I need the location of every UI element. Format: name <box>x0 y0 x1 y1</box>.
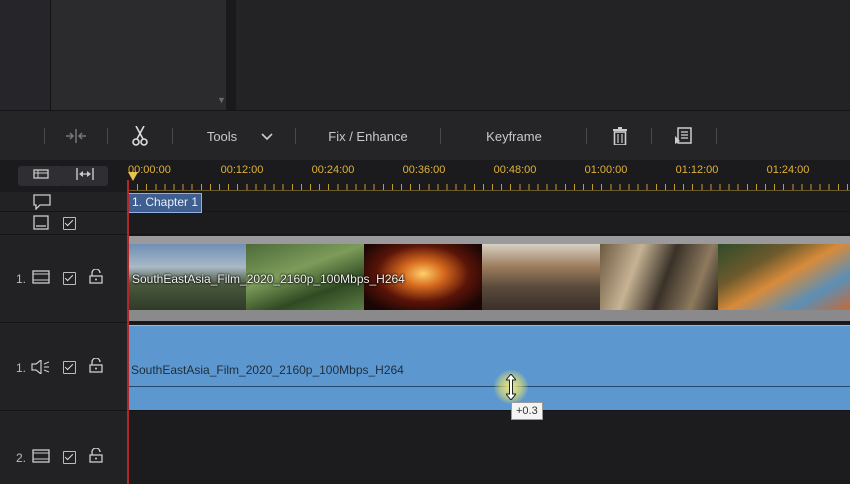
fit-to-window-icon <box>75 167 95 185</box>
toolbar-separator <box>716 128 717 144</box>
clip-thumbnail <box>718 244 850 310</box>
ruler-tick-label: 00:48:00 <box>493 164 537 176</box>
subtitle-icon[interactable] <box>668 111 700 161</box>
scissors-icon[interactable] <box>124 111 156 161</box>
toolbar-separator <box>651 128 652 144</box>
track-header-column <box>0 192 127 484</box>
keyframe-label: Keyframe <box>486 128 542 144</box>
video-track-icon <box>32 270 50 289</box>
panel-scrollbar[interactable] <box>226 0 236 110</box>
toolbar-separator <box>44 128 45 144</box>
clip-thumbnail <box>482 244 600 310</box>
fix-enhance-label: Fix / Enhance <box>328 128 408 144</box>
volume-line[interactable] <box>128 386 850 387</box>
toolbar-separator <box>172 128 173 144</box>
ruler-tick-label: 00:36:00 <box>402 164 446 176</box>
audio-clip-label: SouthEastAsia_Film_2020_2160p_100Mbps_H2… <box>131 363 404 377</box>
fit-timeline-button[interactable] <box>62 166 108 186</box>
playhead[interactable] <box>127 180 129 484</box>
clip-bottom-bar <box>128 310 850 321</box>
video-track-checkbox[interactable] <box>63 272 76 285</box>
track-view-icon <box>33 167 49 185</box>
subtitle-track-icon[interactable] <box>33 215 49 235</box>
fix-enhance-button[interactable]: Fix / Enhance <box>318 111 418 161</box>
video-clip[interactable]: SouthEastAsia_Film_2020_2160p_100Mbps_H2… <box>128 236 850 321</box>
preview-panel <box>51 0 226 110</box>
speaker-icon <box>31 358 51 379</box>
subtitle-track-checkbox[interactable] <box>63 217 76 230</box>
timeline-toolbar: Tools Fix / Enhance Keyframe <box>0 110 850 161</box>
video-track-icon <box>32 449 50 468</box>
player-panel <box>236 0 850 110</box>
chevron-down-icon <box>261 129 273 144</box>
audio-track-checkbox[interactable] <box>63 361 76 374</box>
timeline-ruler[interactable]: 00:00:00 00:12:00 00:24:00 00:36:00 00:4… <box>128 160 850 192</box>
unlock-icon[interactable] <box>89 447 103 468</box>
ruler-tick-label: 01:12:00 <box>675 164 719 176</box>
unlock-icon[interactable] <box>89 357 103 378</box>
toolbar-separator <box>107 128 108 144</box>
ruler-tick-label: 01:24:00 <box>766 164 810 176</box>
resize-vertical-cursor-icon <box>504 373 518 405</box>
video-clip-label: SouthEastAsia_Film_2020_2160p_100Mbps_H2… <box>132 272 405 286</box>
ruler-tick-label: 00:24:00 <box>311 164 355 176</box>
audio-clip[interactable]: SouthEastAsia_Film_2020_2160p_100Mbps_H2… <box>128 325 850 410</box>
clip-thumbnail <box>600 244 718 310</box>
split-icon[interactable] <box>60 111 92 161</box>
video-track-number: 2. <box>16 451 27 465</box>
video-track-number: 1. <box>16 272 27 286</box>
unlock-icon[interactable] <box>89 268 103 289</box>
volume-tooltip: +0.3 <box>511 402 543 420</box>
audio-track-number: 1. <box>16 361 27 375</box>
tools-label: Tools <box>206 128 238 144</box>
scroll-down-arrow-icon[interactable]: ▼ <box>217 95 226 105</box>
ruler-baseline <box>128 190 850 191</box>
clip-title-bar <box>128 236 850 244</box>
ruler-tick-label: 00:12:00 <box>220 164 264 176</box>
chapter-marker[interactable]: 1. Chapter 1 <box>128 193 203 213</box>
toolbar-separator <box>440 128 441 144</box>
toolbar-separator <box>295 128 296 144</box>
trash-icon[interactable] <box>604 111 636 161</box>
playhead-handle[interactable] <box>128 172 138 181</box>
library-panel <box>0 0 50 110</box>
chapter-icon[interactable] <box>33 194 51 215</box>
toolbar-separator <box>586 128 587 144</box>
ruler-tick-label: 01:00:00 <box>584 164 628 176</box>
video-track-checkbox[interactable] <box>63 451 76 464</box>
tools-menu-button[interactable]: Tools <box>195 111 285 161</box>
timeline-view-button[interactable] <box>18 166 64 186</box>
keyframe-button[interactable]: Keyframe <box>470 111 558 161</box>
